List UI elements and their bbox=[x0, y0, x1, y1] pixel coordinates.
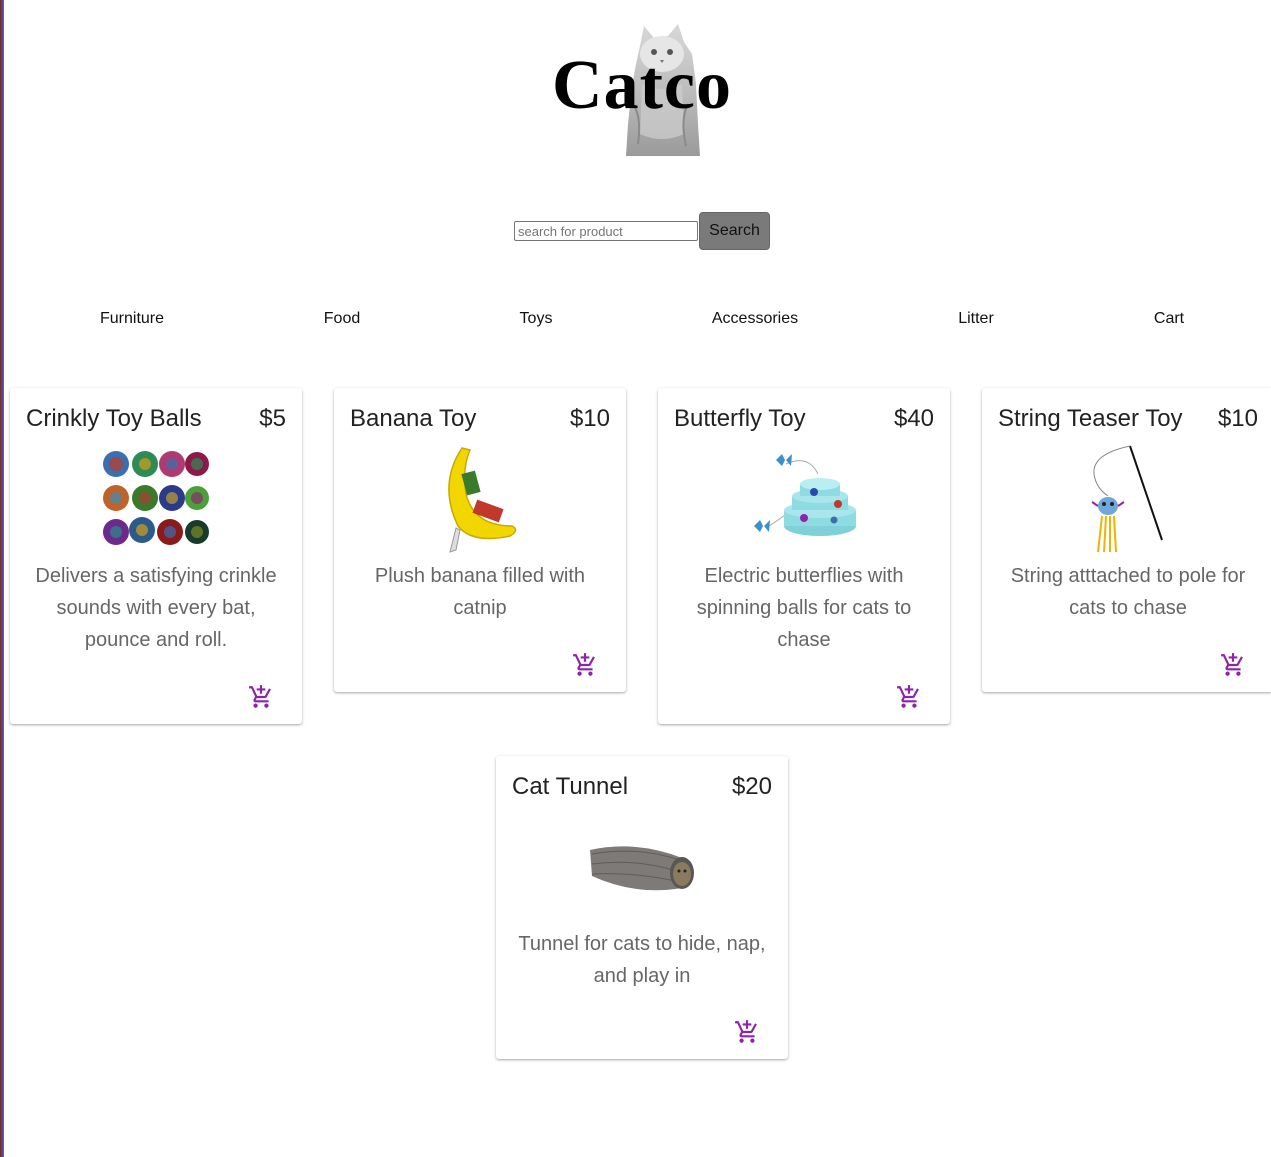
product-name: Butterfly Toy bbox=[674, 405, 806, 432]
product-price: $10 bbox=[1217, 405, 1258, 432]
add-to-cart-icon[interactable] bbox=[572, 652, 598, 678]
product-description: Plush banana filled with catnip bbox=[374, 565, 586, 619]
product-price: $20 bbox=[731, 773, 772, 800]
product-description: Delivers a satisfying crinkle sounds wit… bbox=[35, 565, 277, 651]
product-card: Banana Toy $10 Plush banana filled with … bbox=[334, 388, 626, 692]
product-name: Crinkly Toy Balls bbox=[26, 405, 202, 432]
site-header: Catco bbox=[0, 0, 1271, 170]
add-to-cart-icon[interactable] bbox=[734, 1019, 760, 1045]
string-teaser-image bbox=[1091, 445, 1163, 553]
product-price: $10 bbox=[569, 405, 610, 432]
product-name: Cat Tunnel bbox=[512, 773, 629, 800]
product-name: Banana Toy bbox=[350, 405, 477, 432]
nav-accessories[interactable]: Accessories bbox=[712, 309, 798, 329]
nav-food[interactable]: Food bbox=[324, 309, 360, 329]
product-price: $40 bbox=[893, 405, 934, 432]
window-left-border bbox=[0, 0, 4, 1157]
product-description: Tunnel for cats to hide, nap, and play i… bbox=[518, 933, 766, 987]
search-input[interactable] bbox=[514, 221, 698, 241]
add-to-cart-icon[interactable] bbox=[896, 684, 922, 710]
add-to-cart-icon[interactable] bbox=[248, 684, 274, 710]
banana-toy-image bbox=[448, 447, 517, 553]
product-card: String Teaser Toy $10 String atttached t… bbox=[982, 388, 1271, 692]
product-name: String Teaser Toy bbox=[998, 405, 1183, 432]
site-title: Catco bbox=[552, 47, 732, 124]
crinkle-balls-image bbox=[103, 451, 209, 545]
product-card: Crinkly Toy Balls $5 Delivers a satisfyi… bbox=[10, 388, 302, 724]
nav-cart[interactable]: Cart bbox=[1154, 309, 1184, 329]
product-description: Electric butterflies with spinning balls… bbox=[696, 565, 912, 651]
product-price: $5 bbox=[259, 405, 286, 432]
search-button[interactable]: Search bbox=[699, 212, 770, 250]
nav-toys[interactable]: Toys bbox=[520, 309, 553, 329]
product-card: Cat Tunnel $20 Tunnel for cats to hide, … bbox=[496, 756, 788, 1059]
add-to-cart-icon[interactable] bbox=[1220, 652, 1246, 678]
product-description: String atttached to pole for cats to cha… bbox=[1010, 565, 1246, 619]
product-card: Butterfly Toy $40 Electric butterflies w… bbox=[658, 388, 950, 724]
butterfly-toy-image bbox=[754, 454, 856, 536]
nav-litter[interactable]: Litter bbox=[958, 309, 994, 329]
cat-tunnel-image bbox=[590, 846, 694, 891]
nav-furniture[interactable]: Furniture bbox=[100, 309, 164, 329]
